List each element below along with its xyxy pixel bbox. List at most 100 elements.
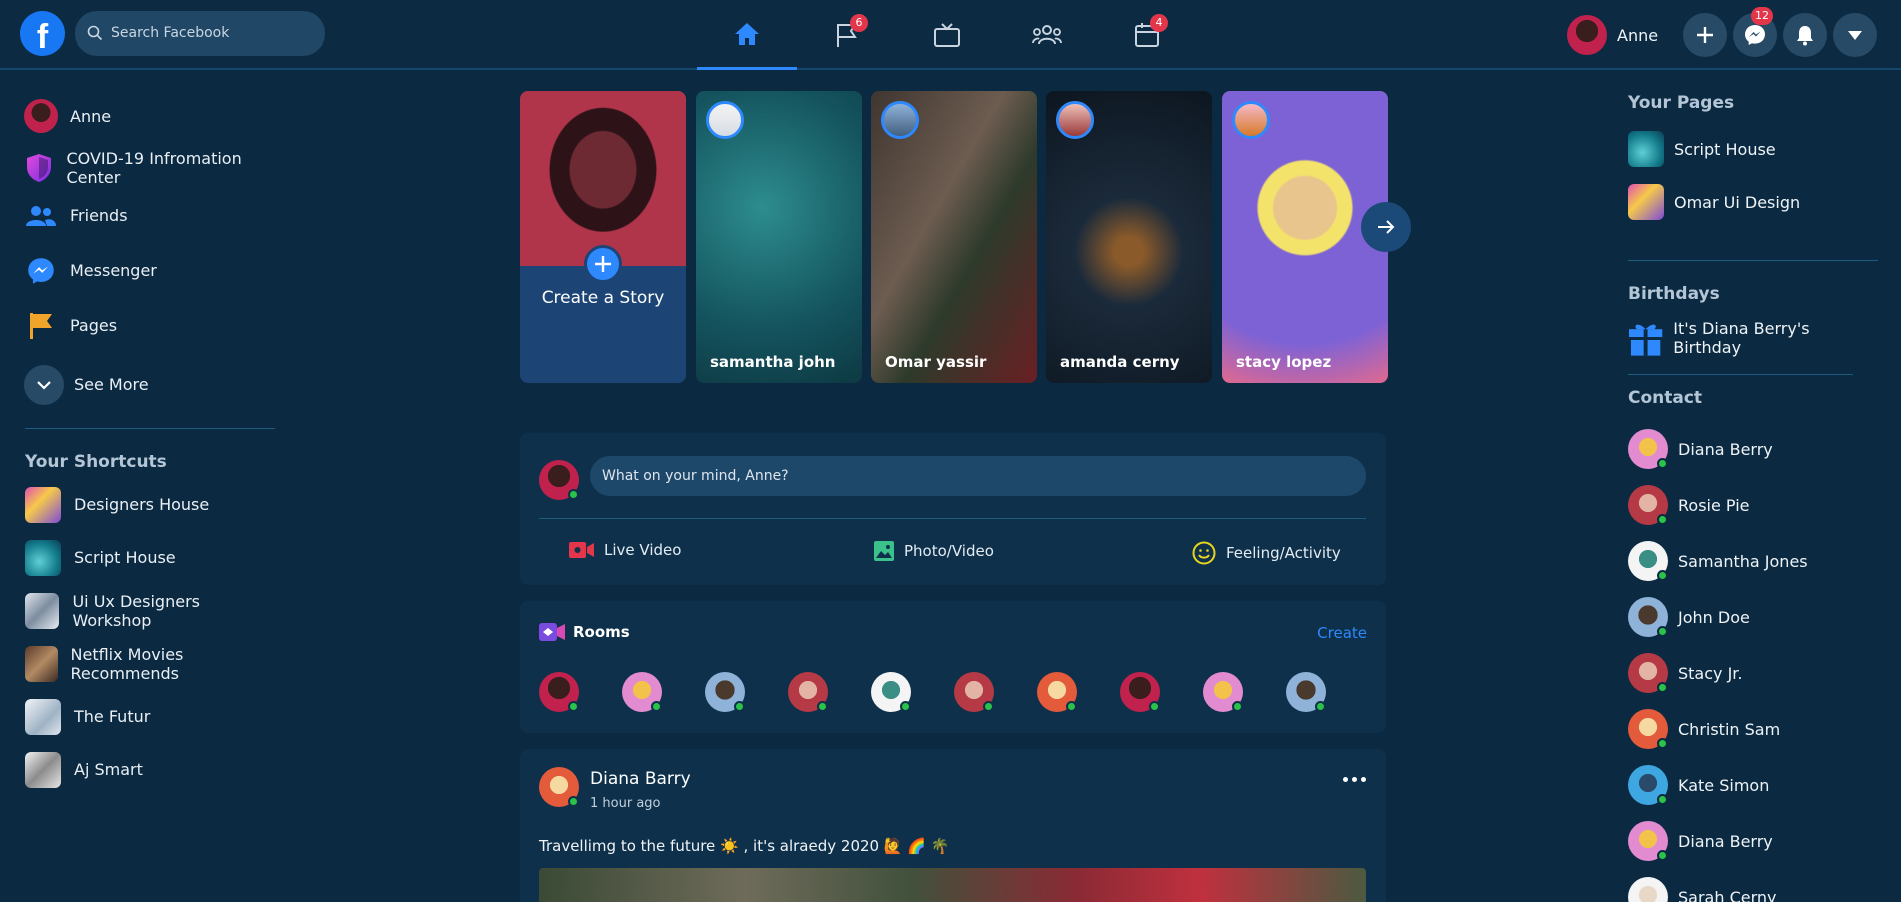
see-more-button[interactable]: See More <box>24 357 275 412</box>
shortcut-item[interactable]: Netflix Movies Recommends <box>25 637 275 690</box>
story-card[interactable]: samantha john <box>696 91 862 383</box>
online-indicator <box>568 796 579 807</box>
nav-pages[interactable]: 6 <box>797 0 897 70</box>
create-story-label: Create a Story <box>541 288 665 308</box>
story-name: Omar yassir <box>885 353 987 371</box>
sidebar-item-label: Pages <box>70 316 118 335</box>
shortcut-item[interactable]: Aj Smart <box>25 743 275 796</box>
notifications-button[interactable] <box>1783 13 1827 57</box>
sidebar-item-messenger[interactable]: Messenger <box>25 243 275 298</box>
shortcut-label: Aj Smart <box>74 760 143 779</box>
contact-title: Contact <box>1628 388 1703 408</box>
facebook-logo[interactable]: f <box>20 11 65 56</box>
room-avatar[interactable] <box>1120 672 1160 712</box>
sidebar-divider <box>25 428 275 429</box>
online-indicator <box>568 489 579 500</box>
post-author-name[interactable]: Diana Barry <box>590 769 691 789</box>
account-menu-button[interactable] <box>1833 13 1877 57</box>
birthday-label: It's Diana Berry's Birthday <box>1673 319 1810 357</box>
post-image[interactable] <box>539 868 1366 902</box>
photo-video-button[interactable]: Photo/Video <box>874 541 994 561</box>
contact-name: Stacy Jr. <box>1678 663 1743 683</box>
page-item[interactable]: Script House <box>1628 131 1776 167</box>
rooms-create-link[interactable]: Create <box>1317 624 1367 642</box>
post-timestamp[interactable]: 1 hour ago <box>590 796 660 811</box>
flag-icon <box>30 312 52 339</box>
messenger-button[interactable]: 12 <box>1733 7 1777 57</box>
sidebar-item-profile[interactable]: Anne <box>24 96 275 136</box>
plus-icon <box>595 256 611 272</box>
smile-icon <box>1192 541 1216 565</box>
story-name: samantha john <box>710 353 836 371</box>
online-indicator <box>1315 701 1326 712</box>
online-indicator <box>1657 738 1668 749</box>
sidebar-item-friends[interactable]: Friends <box>25 188 275 243</box>
shortcut-label: Netflix Movies Recommends <box>70 644 184 683</box>
room-avatar[interactable] <box>1037 672 1077 712</box>
contact-item[interactable]: Diana Berry <box>1628 821 1773 861</box>
room-avatar[interactable] <box>1286 672 1326 712</box>
nav-groups[interactable] <box>997 0 1097 70</box>
post-author-avatar[interactable] <box>539 767 579 807</box>
search-icon <box>87 25 103 41</box>
right-divider <box>1628 374 1853 375</box>
nav-home[interactable] <box>697 0 797 70</box>
story-avatar <box>706 101 744 139</box>
online-indicator <box>568 701 579 712</box>
story-card[interactable]: amanda cerny <box>1046 91 1212 383</box>
birthday-item[interactable]: It's Diana Berry's Birthday <box>1628 319 1878 357</box>
room-avatar[interactable] <box>788 672 828 712</box>
contact-item[interactable]: Diana Berry <box>1628 429 1773 469</box>
online-indicator <box>900 701 911 712</box>
chevron-down-icon <box>37 380 51 390</box>
contact-item[interactable]: Samantha Jones <box>1628 541 1808 581</box>
rooms-icon <box>539 623 565 641</box>
top-bar: f Search Facebook 6 4 Anne 12 <box>0 0 1901 70</box>
nav-watch[interactable] <box>897 0 997 70</box>
contact-item[interactable]: Christin Sam <box>1628 709 1780 749</box>
contact-item[interactable]: Kate Simon <box>1628 765 1769 805</box>
online-indicator <box>1657 514 1668 525</box>
room-avatar[interactable] <box>539 672 579 712</box>
shortcut-item[interactable]: Ui Ux Designers Workshop <box>25 584 275 637</box>
sidebar-item-covid[interactable]: COVID-19 Infromation Center <box>25 148 275 188</box>
search-bar[interactable]: Search Facebook <box>75 11 325 56</box>
room-avatar[interactable] <box>1203 672 1243 712</box>
story-card[interactable]: Omar yassir <box>871 91 1037 383</box>
composer-input[interactable]: What on your mind, Anne? <box>590 456 1366 496</box>
nav-events[interactable]: 4 <box>1097 0 1197 70</box>
page-item[interactable]: Omar Ui Design <box>1628 184 1800 220</box>
room-avatar[interactable] <box>871 672 911 712</box>
arrow-right-icon <box>1378 220 1395 234</box>
create-story-card[interactable]: Create a Story <box>520 91 686 383</box>
story-avatar <box>1232 101 1270 139</box>
profile-button[interactable]: Anne <box>1567 15 1658 55</box>
room-avatar[interactable] <box>622 672 662 712</box>
contact-item[interactable]: Stacy Jr. <box>1628 653 1743 693</box>
stories-next-button[interactable] <box>1361 202 1411 252</box>
post-options-button[interactable] <box>1343 777 1366 782</box>
nav-pages-badge: 6 <box>850 14 868 32</box>
room-avatar[interactable] <box>954 672 994 712</box>
contact-item[interactable]: Rosie Pie <box>1628 485 1749 525</box>
contact-name: Diana Berry <box>1678 831 1773 851</box>
feeling-activity-button[interactable]: Feeling/Activity <box>1192 541 1341 565</box>
add-story-button[interactable] <box>584 245 622 283</box>
sidebar-item-pages[interactable]: Pages <box>25 298 275 353</box>
shortcut-item[interactable]: Script House <box>25 531 275 584</box>
shortcut-item[interactable]: The Futur <box>25 690 275 743</box>
contact-item[interactable]: John Doe <box>1628 597 1750 637</box>
your-pages-title: Your Pages <box>1628 93 1735 113</box>
right-divider <box>1628 260 1878 261</box>
create-button[interactable] <box>1683 13 1727 57</box>
search-input[interactable]: Search Facebook <box>111 25 229 41</box>
messenger-icon <box>1745 25 1765 45</box>
room-avatar[interactable] <box>705 672 745 712</box>
contact-item[interactable]: Sarah Cerny <box>1628 877 1777 902</box>
online-indicator <box>1657 458 1668 469</box>
online-indicator <box>1657 794 1668 805</box>
left-sidebar: Anne COVID-19 Infromation Center Friends… <box>24 96 275 796</box>
shortcut-item[interactable]: Designers House <box>25 478 275 531</box>
page-label: Script House <box>1674 139 1776 159</box>
live-video-button[interactable]: Live Video <box>569 541 681 559</box>
